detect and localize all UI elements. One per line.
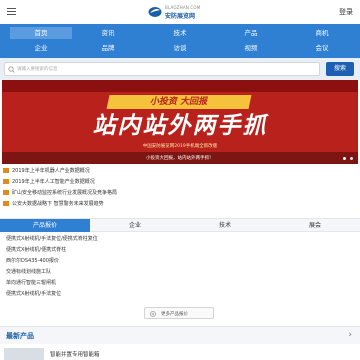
tab-tech[interactable]: 技术 (180, 219, 270, 232)
tab-exhibitions[interactable]: 展会 (270, 219, 360, 232)
logo-mark-icon (148, 7, 162, 17)
more-products-label: 更多产品报价 (161, 312, 188, 317)
list-item[interactable]: 便携式X射线机/便携式脊柱 (6, 245, 306, 256)
banner-headline: 站内站外两手抓 (92, 113, 268, 139)
promo-banner[interactable]: 小投资 大回报 站内站外两手抓 中国安防展览网2019手机端全新改版 小投资大回… (2, 80, 358, 164)
banner-top-stripe (2, 80, 358, 92)
nav-item-videos[interactable]: 视频 (220, 42, 282, 54)
plus-circle-icon (150, 311, 156, 317)
site-logo[interactable]: BLAOZHAN.COM 安防展览网 (148, 3, 218, 21)
nav-item-tech[interactable]: 技术 (149, 27, 211, 39)
chevron-right-icon[interactable]: › (348, 330, 352, 340)
list-item[interactable]: 交通标线划线施工队 (6, 267, 306, 278)
bullet-icon (3, 179, 9, 184)
news-title[interactable]: 公安大数据战略下 智慧警务未来发展趋势 (12, 200, 104, 207)
search-input[interactable]: 请输入要搜索的信息 (4, 62, 320, 76)
nav-item-interviews[interactable]: 访谈 (149, 42, 211, 54)
list-item[interactable]: 便携式X射线机/手法复位 (6, 289, 306, 300)
news-title[interactable]: 2019年上半年人工智能产业数据概况 (12, 178, 95, 185)
nav-item-news[interactable]: 资讯 (77, 27, 139, 39)
nav-item-business[interactable]: 商机 (291, 27, 353, 39)
slide-dot[interactable] (350, 157, 353, 160)
nav-item-companies[interactable]: 企业 (10, 42, 72, 54)
menu-icon[interactable] (6, 6, 18, 18)
login-link[interactable]: 登录 (339, 7, 353, 17)
product-thumbnail[interactable] (4, 348, 44, 360)
list-item[interactable]: 2019年上半年人工智能产业数据概况 (3, 177, 357, 186)
newest-products-header: 最新产品 › (0, 326, 360, 344)
more-products-button[interactable]: 更多产品报价 (144, 307, 214, 319)
search-icon (8, 66, 15, 73)
news-title[interactable]: 矿山安全移动监控系统行业发展概况及竞争格局 (12, 189, 117, 196)
logo-url-text: BLAOZHAN.COM (165, 5, 201, 10)
top-bar: BLAOZHAN.COM 安防展览网 登录 (0, 0, 360, 24)
list-item[interactable]: 公安大数据战略下 智慧警务未来发展趋势 (3, 199, 357, 208)
banner-caption: 小投资大回报，站内站外两手抓！ (146, 156, 214, 161)
tab-companies[interactable]: 企业 (90, 219, 180, 232)
bullet-icon (3, 168, 9, 173)
nav-item-products[interactable]: 产品 (220, 27, 282, 39)
bullet-icon (3, 201, 9, 206)
list-item[interactable]: 单向通行智能三辊闸机 (6, 278, 306, 289)
nav-item-meetings[interactable]: 会议 (291, 42, 353, 54)
nav-item-brands[interactable]: 品牌 (77, 42, 139, 54)
list-item[interactable]: 2019年上半年机器人产业数据概况 (3, 166, 357, 175)
list-item[interactable]: 便携式X射线机/手法复位/便携式脊柱复位 (6, 234, 306, 245)
banner-caption-bar: 小投资大回报，站内站外两手抓！ (2, 152, 358, 164)
section-title: 最新产品 (6, 332, 34, 340)
search-placeholder: 请输入要搜索的信息 (17, 67, 58, 72)
content-tabs: 产品报价 企业 技术 展会 (0, 218, 360, 232)
search-bar: 请输入要搜索的信息 搜索 (0, 58, 360, 80)
bullet-icon (3, 190, 9, 195)
nav-item-home[interactable]: 首页 (10, 27, 72, 39)
main-nav: 首页 资讯 技术 产品 商机 企业 品牌 访谈 视频 会议 (0, 24, 360, 58)
slide-dot-active[interactable] (343, 157, 346, 160)
news-title[interactable]: 2019年上半年机器人产业数据概况 (12, 167, 90, 174)
tab-product-quotes[interactable]: 产品报价 (0, 219, 90, 232)
list-item[interactable]: 矿山安全移动监控系统行业发展概况及竞争格局 (3, 188, 357, 197)
logo-name-text: 安防展览网 (165, 13, 196, 20)
banner-tag: 小投资 大回报 (106, 95, 252, 109)
product-name[interactable]: 智能并置专用智能箱 (50, 350, 100, 358)
search-button[interactable]: 搜索 (326, 62, 354, 76)
banner-subline: 中国安防展览网2019手机端全新改版 (142, 144, 218, 149)
list-item[interactable]: 西尔尔DS435-400报价 (6, 256, 306, 267)
